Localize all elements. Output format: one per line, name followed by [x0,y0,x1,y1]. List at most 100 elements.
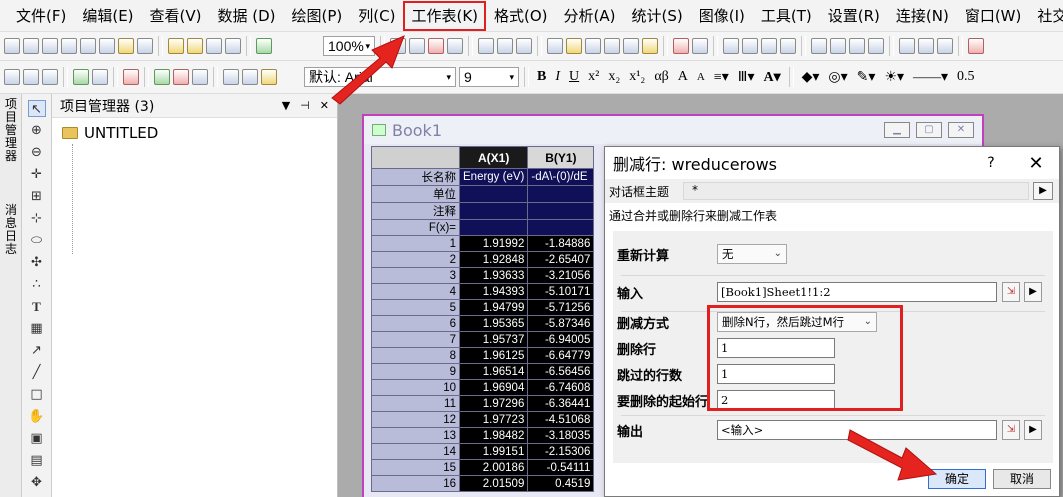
layer-icon[interactable] [497,38,513,54]
menu-window[interactable]: 窗口(W) [957,0,1030,32]
grid-corner[interactable] [371,146,460,169]
border-icon[interactable]: Ⅲ▾ [735,69,758,86]
data-cell-a[interactable]: 1.93633 [458,267,529,284]
menu-format[interactable]: 格式(O) [486,0,556,32]
brightness-icon[interactable]: ☀▾ [881,69,907,86]
copy-page-icon[interactable] [447,38,463,54]
data-cell-b[interactable]: -3.18035 [527,427,595,444]
set-xy-icon[interactable] [154,69,170,85]
range-select-icon[interactable]: ⇲ [1002,282,1020,302]
project-explorer-icon[interactable] [547,38,563,54]
pin-icon[interactable]: ▼ [282,99,290,112]
new-folder-icon[interactable] [23,38,39,54]
data-cell-a[interactable]: 1.91992 [458,235,529,252]
screen-reader-icon[interactable]: ✛ [28,166,46,183]
bold-button[interactable]: B [534,69,549,85]
new-matrix-icon[interactable] [80,38,96,54]
minimize-button[interactable]: ▁ [884,122,910,138]
data-cell-b[interactable]: -6.74608 [527,379,595,396]
workbook-titlebar[interactable]: Book1 ▁ ▢ ✕ [364,116,982,144]
paste-icon[interactable] [261,69,277,85]
results-icon[interactable] [516,38,532,54]
subscript-button[interactable]: x₂ [605,69,623,85]
menu-file[interactable]: 文件(F) [8,0,74,32]
sort-icon[interactable] [692,38,708,54]
zoom-out-tool-icon[interactable]: ⊖ [28,144,46,161]
fill-color-icon[interactable]: ◆▾ [799,69,823,86]
data-cell-a[interactable]: 1.95737 [458,331,529,348]
code-builder-icon[interactable] [623,38,639,54]
side-tab-messages[interactable]: 消息日志 [0,204,22,256]
menu-edit[interactable]: 编辑(E) [74,0,141,32]
data-cell-a[interactable]: 1.95365 [458,315,529,332]
maximize-button[interactable]: ▢ [916,122,942,138]
data-cell-a[interactable]: 1.96514 [458,363,529,380]
menu-data[interactable]: 数据 (D) [210,0,284,32]
cut-icon[interactable] [223,69,239,85]
row-header[interactable]: 8 [371,347,460,364]
label-cell-a[interactable]: Energy (eV) [458,168,529,186]
data-cell-a[interactable]: 2.00186 [458,459,529,476]
data-cell-a[interactable]: 1.96125 [458,347,529,364]
data-cell-a[interactable]: 1.97723 [458,411,529,428]
input-arrow-icon[interactable]: ▶ [1024,282,1042,302]
superscript-button[interactable]: x² [585,69,602,85]
data-cell-b[interactable]: -0.54111 [527,459,595,476]
row-header[interactable]: 5 [371,299,460,316]
row-header[interactable]: 单位 [371,185,460,203]
data-cell-b[interactable]: -4.51068 [527,411,595,428]
menu-column[interactable]: 列(C) [350,0,403,32]
row-header[interactable]: 9 [371,363,460,380]
export-graph-icon[interactable] [428,38,444,54]
menu-connect[interactable]: 连接(N) [888,0,957,32]
menu-worksheet[interactable]: 工作表(K) [403,0,487,31]
label-cell-b[interactable] [527,219,595,236]
output-arrow-icon[interactable]: ▶ [1024,420,1042,440]
reapply-filter-icon[interactable] [937,38,953,54]
greek-button[interactable]: αβ [651,69,671,85]
range-select-icon[interactable]: ⇲ [1002,420,1020,440]
add-graph-icon[interactable]: ▣ [28,430,46,447]
menu-statistics[interactable]: 统计(S) [624,0,691,32]
data-cell-a[interactable]: 1.97296 [458,395,529,412]
new-project-icon[interactable] [4,38,20,54]
arrow-tool-icon[interactable]: ↗ [28,342,46,359]
line-style-icon[interactable]: ——▾ [910,69,951,86]
column-tool-icon[interactable] [23,69,39,85]
data-selector-icon[interactable]: ⊹ [28,210,46,227]
zoom-in-icon[interactable] [566,38,582,54]
underline-button[interactable]: U [566,69,582,85]
recalc-dropdown[interactable]: 无 ⌄ [717,244,787,264]
row-header[interactable]: 16 [371,475,460,492]
merge-icon[interactable] [92,69,108,85]
data-cell-b[interactable]: -6.56456 [527,363,595,380]
new-workbook-icon[interactable] [42,38,58,54]
autohide-icon[interactable]: ⊣ [300,99,310,112]
dialog-close-button[interactable]: ✕ [1013,153,1059,174]
drag-icon[interactable]: ✥ [28,474,46,491]
row-tool-icon[interactable] [42,69,58,85]
help-button[interactable]: ? [969,155,1013,171]
align-icon[interactable]: ≡▾ [711,69,732,86]
data-cell-b[interactable]: -1.84886 [527,235,595,252]
bar-chart-icon[interactable] [830,38,846,54]
label-cell-a[interactable] [458,202,529,220]
row-header[interactable]: 1 [371,235,460,252]
rectangle-tool-icon[interactable]: □ [28,386,46,403]
row-header[interactable]: 13 [371,427,460,444]
column-header-b[interactable]: B(Y1) [527,146,595,169]
save-project-icon[interactable] [206,38,222,54]
label-cell-a[interactable] [458,185,529,203]
column-chart-icon[interactable] [811,38,827,54]
row-header[interactable]: 2 [371,251,460,268]
edit-icon[interactable] [478,38,494,54]
text-tool-icon[interactable]: T [28,298,46,315]
stacked-chart-icon[interactable] [849,38,865,54]
data-cell-a[interactable]: 1.94799 [458,299,529,316]
duplicate-icon[interactable] [123,69,139,85]
data-cell-b[interactable]: -2.15306 [527,443,595,460]
font-color-icon[interactable]: A▾ [760,69,783,86]
data-cell-b[interactable]: -5.87346 [527,315,595,332]
sum-icon[interactable] [742,38,758,54]
zoom-out-icon[interactable] [585,38,601,54]
